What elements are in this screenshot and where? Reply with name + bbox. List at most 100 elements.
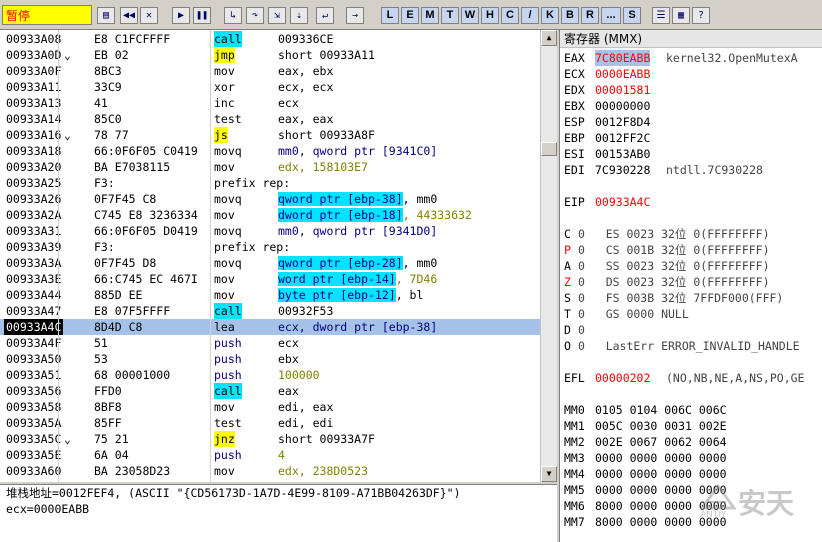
scroll-down-arrow-icon[interactable]: ▼ [541, 466, 557, 482]
disasm-row[interactable]: 00933A47 E8 07F5FFFF call 00932F53 [0, 303, 540, 319]
disasm-row[interactable]: 00933A50 53 push ebx [0, 351, 540, 367]
register-row[interactable]: EBP 0012FF2C [560, 130, 822, 146]
close-icon[interactable]: ✕ [140, 7, 158, 24]
disasm-scrollbar[interactable]: ▲ ▼ [540, 30, 557, 482]
register-row[interactable]: EIP 00933A4C [560, 194, 822, 210]
disasm-row[interactable]: 00933A5A 85FF test edi, edi [0, 415, 540, 431]
register-row[interactable]: C 0 ES 0023 32位 0(FFFFFFFF) [560, 226, 822, 242]
toolbar-button-more[interactable]: ... [601, 7, 621, 24]
toolbar-button-r[interactable]: R [581, 7, 599, 24]
register-value: 002E 0067 0062 0064 [595, 435, 727, 449]
toolbar-button-k[interactable]: K [541, 7, 559, 24]
disasm-row-selected[interactable]: 00933A4C 8D4D C8 lea ecx, dword ptr [ebp-38… [0, 319, 540, 335]
column-divider [58, 30, 59, 482]
disasm-row[interactable]: 00933A11 33C9 xor ecx, ecx [0, 79, 540, 95]
step-into-icon[interactable]: ↳ [224, 7, 242, 24]
register-comment: ntdll.7C930228 [666, 163, 763, 177]
register-row[interactable]: EBX 00000000 [560, 98, 822, 114]
operand-rest: , 7D46 [395, 272, 438, 286]
register-value: 0 DS 0023 32位 0(FFFFFFFF) [578, 275, 770, 289]
register-row[interactable]: EFL 00000202 (NO,NB,NE,A,NS,PO,GE [560, 370, 822, 386]
disasm-mnemonic: mov [214, 208, 235, 222]
execute-till-return-icon[interactable]: ↵ [316, 7, 334, 24]
register-name: ESI [564, 147, 585, 161]
disasm-row[interactable]: 00933A5E 6A 04 push 4 [0, 447, 540, 463]
register-name: EDX [564, 83, 585, 97]
register-row[interactable]: MM3 0000 0000 0000 0000 [560, 450, 822, 466]
disasm-row[interactable]: 00933A14 85C0 test eax, eax [0, 111, 540, 127]
disasm-row[interactable]: 00933A51 68 00001000 push 100000 [0, 367, 540, 383]
go-to-icon[interactable]: → [346, 7, 364, 24]
rewind-icon[interactable]: ◀◀ [120, 7, 138, 24]
disassembly-pane[interactable]: 00933A08 E8 C1FCFFFF call 009336CE 00933A0D ⌄… [0, 30, 557, 482]
disasm-row[interactable]: 00933A31 66:0F6F05 D0419 movq mm0, qword pt… [0, 223, 540, 239]
register-row[interactable]: EAX 7C80EABB kernel32.OpenMutexA [560, 50, 822, 66]
disasm-row[interactable]: 00933A2A C745 E8 3236334 mov dword ptr [ebp… [0, 207, 540, 223]
register-row[interactable]: ECX 0000EABB [560, 66, 822, 82]
disasm-operand: qword ptr [ebp-38], mm0 [278, 191, 437, 207]
toolbar-button-m[interactable]: M [421, 7, 439, 24]
toolbar-button-b[interactable]: B [561, 7, 579, 24]
disasm-row[interactable]: 00933A18 66:0F6F05 C0419 movq mm0, qword pt… [0, 143, 540, 159]
open-icon[interactable]: ▤ [97, 7, 115, 24]
trace-over-icon[interactable]: ⇣ [290, 7, 308, 24]
register-row[interactable]: Z 0 DS 0023 32位 0(FFFFFFFF) [560, 274, 822, 290]
disasm-row[interactable]: 00933A20 BA E7038115 mov edx, 158103E7 [0, 159, 540, 175]
disasm-row[interactable]: 00933A39 F3: prefix rep: [0, 239, 540, 255]
register-row[interactable]: A 0 SS 0023 32位 0(FFFFFFFF) [560, 258, 822, 274]
disasm-hex: 8D4D C8 [94, 320, 143, 334]
register-row[interactable]: ESP 0012F8D4 [560, 114, 822, 130]
disasm-row[interactable]: 00933A56 FFD0 call eax [0, 383, 540, 399]
memory-operand-highlight: word ptr [ebp-14] [278, 272, 396, 286]
register-row[interactable]: ESI 00153AB0 [560, 146, 822, 162]
register-row[interactable]: MM1 005C 0030 0031 002E [560, 418, 822, 434]
register-row[interactable]: EDI 7C930228 ntdll.7C930228 [560, 162, 822, 178]
toolbar-button-e[interactable]: E [401, 7, 419, 24]
register-row[interactable]: T 0 GS 0000 NULL [560, 306, 822, 322]
list-icon[interactable]: ☰ [652, 7, 670, 24]
registers-pane[interactable]: 寄存器 (MMX) EAX 7C80EABB kernel32.OpenMutexA… [559, 30, 822, 542]
disasm-row[interactable]: 00933A0F 8BC3 mov eax, ebx [0, 63, 540, 79]
grid-icon[interactable]: ▦ [672, 7, 690, 24]
pause-icon[interactable]: ❚❚ [193, 7, 211, 24]
register-row[interactable]: EDX 00001581 [560, 82, 822, 98]
disasm-row[interactable]: 00933A0D ⌄ EB 02 jmp short 00933A11 [0, 47, 540, 63]
toolbar-button-l[interactable]: L [381, 7, 399, 24]
scroll-thumb[interactable] [541, 142, 557, 156]
register-row[interactable]: S 0 FS 003B 32位 7FFDF000(FFF) [560, 290, 822, 306]
toolbar-button-c[interactable]: C [501, 7, 519, 24]
disasm-hex: 68 00001000 [94, 368, 171, 382]
disasm-row[interactable]: 00933A25 F3: prefix rep: [0, 175, 540, 191]
disasm-row[interactable]: 00933A16 ⌄ 78 77 js short 00933A8F [0, 127, 540, 143]
disasm-row[interactable]: 00933A44 885D EE mov byte ptr [ebp-12], bl [0, 287, 540, 303]
toolbar-button-s[interactable]: S [623, 7, 641, 24]
disasm-row[interactable]: 00933A3E 66:C745 EC 467I mov word ptr [ebp-… [0, 271, 540, 287]
register-row[interactable]: P 0 CS 001B 32位 0(FFFFFFFF) [560, 242, 822, 258]
disasm-row[interactable]: 00933A13 41 inc ecx [0, 95, 540, 111]
disasm-row[interactable]: 00933A58 8BF8 mov edi, eax [0, 399, 540, 415]
step-over-icon[interactable]: ↷ [246, 7, 264, 24]
disasm-row[interactable]: 00933A60 BA 23058D23 mov edx, 238D0523 [0, 463, 540, 479]
toolbar-button-t[interactable]: T [441, 7, 459, 24]
trace-into-icon[interactable]: ⇲ [268, 7, 286, 24]
run-icon[interactable]: ▶ [172, 7, 190, 24]
register-row[interactable]: MM2 002E 0067 0062 0064 [560, 434, 822, 450]
disasm-row[interactable]: 00933A08 E8 C1FCFFFF call 009336CE [0, 31, 540, 47]
scroll-up-arrow-icon[interactable]: ▲ [541, 30, 557, 46]
toolbar-button-h[interactable]: H [481, 7, 499, 24]
help-icon[interactable]: ? [692, 7, 710, 24]
disasm-row[interactable]: 00933A4F 51 push ecx [0, 335, 540, 351]
memory-operand-highlight: byte ptr [ebp-12] [278, 288, 396, 302]
register-row[interactable]: D0 [560, 322, 822, 338]
register-comment: (NO,NB,NE,A,NS,PO,GE [666, 371, 805, 385]
register-row[interactable]: O 0 LastErr ERROR_INVALID_HANDLE [560, 338, 822, 354]
operand-rest: , mm0 [402, 256, 438, 270]
disasm-row[interactable]: 00933A3A 0F7F45 D8 movq qword ptr [ebp-28],… [0, 255, 540, 271]
toolbar-button-w[interactable]: W [461, 7, 479, 24]
register-row[interactable]: MM0 0105 0104 006C 006C [560, 402, 822, 418]
disasm-row[interactable]: 00933A5C ⌄ 75 21 jnz short 00933A7F [0, 431, 540, 447]
register-name: C [564, 227, 571, 241]
toolbar-button-slash[interactable]: / [521, 7, 539, 24]
register-row [560, 354, 822, 370]
disasm-row[interactable]: 00933A26 0F7F45 C8 movq qword ptr [ebp-38],… [0, 191, 540, 207]
